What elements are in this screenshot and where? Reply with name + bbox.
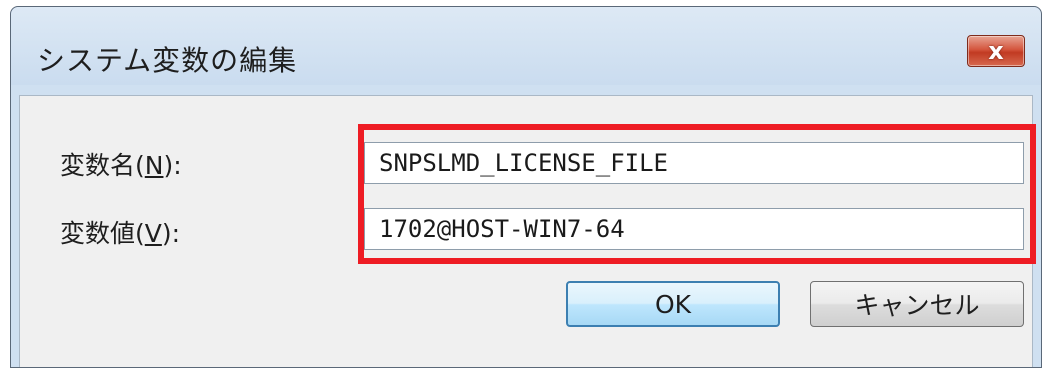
- dialog-body: 変数名(N): 変数値(V): OK キャンセル: [19, 95, 1036, 367]
- close-icon: x: [988, 37, 1004, 65]
- title-bar[interactable]: システム変数の編集 x: [11, 7, 1041, 85]
- dialog-window: システム変数の編集 x 変数名(N): 変数値(V): OK キャンセル: [10, 6, 1042, 368]
- variable-name-label-suffix: ):: [163, 151, 182, 180]
- variable-value-accelerator: V: [144, 219, 162, 248]
- variable-name-label-prefix: 変数名(: [60, 151, 145, 180]
- variable-value-input[interactable]: [364, 208, 1024, 250]
- close-button[interactable]: x: [967, 35, 1025, 67]
- variable-name-input[interactable]: [364, 142, 1024, 184]
- dialog-title: システム変数の編集: [37, 44, 298, 77]
- variable-name-label: 変数名(N):: [60, 146, 182, 182]
- variable-value-label-suffix: ):: [161, 219, 181, 248]
- ok-button[interactable]: OK: [566, 281, 780, 327]
- cancel-button[interactable]: キャンセル: [810, 281, 1024, 327]
- variable-value-label-prefix: 変数値(: [60, 219, 145, 248]
- variable-name-accelerator: N: [144, 151, 164, 180]
- variable-value-label: 変数値(V):: [60, 214, 180, 250]
